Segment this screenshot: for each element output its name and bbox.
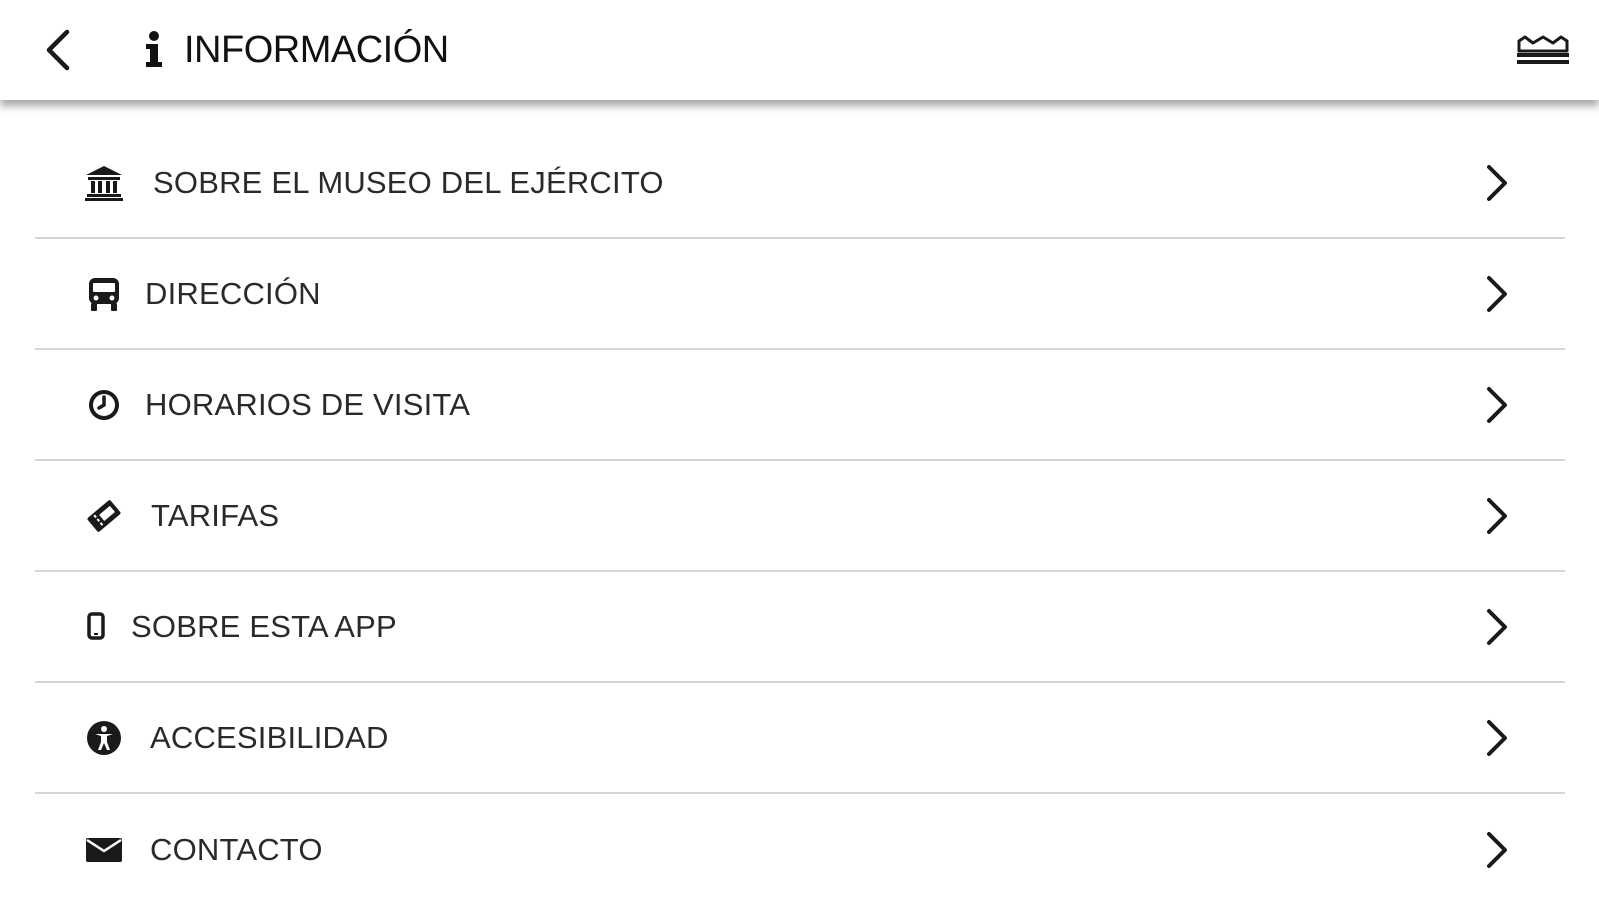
menu-item-label: CONTACTO (150, 831, 323, 867)
clock-icon (83, 384, 125, 426)
chevron-right-icon (1479, 827, 1515, 873)
header-title-group: INFORMACIÓN (140, 20, 449, 80)
menu-item-tarifas[interactable]: TARIFAS (35, 461, 1565, 572)
menu-item-contacto[interactable]: CONTACTO (35, 794, 1565, 905)
menu-item-sobre-app[interactable]: SOBRE ESTA APP (35, 572, 1565, 683)
chevron-right-icon (1479, 382, 1515, 428)
info-icon (140, 28, 168, 72)
back-button[interactable] (30, 22, 86, 78)
menu-item-label: HORARIOS DE VISITA (145, 386, 471, 422)
chevron-left-icon (46, 29, 70, 71)
menu-item-sobre-museo[interactable]: SOBRE EL MUSEO DEL EJÉRCITO (35, 128, 1565, 239)
chevron-right-icon (1479, 271, 1515, 317)
menu-item-label: ACCESIBILIDAD (150, 719, 389, 755)
ticket-icon (83, 495, 125, 537)
mobile-icon (75, 606, 117, 648)
chevron-right-icon (1479, 160, 1515, 206)
museum-icon (83, 162, 125, 204)
menu-item-horarios[interactable]: HORARIOS DE VISITA (35, 350, 1565, 461)
bus-icon (83, 273, 125, 315)
page-title: INFORMACIÓN (184, 28, 449, 71)
info-menu-list: SOBRE EL MUSEO DEL EJÉRCITO DIRECCIÓN HO… (35, 128, 1565, 905)
chevron-right-icon (1479, 715, 1515, 761)
menu-item-label: SOBRE EL MUSEO DEL EJÉRCITO (153, 164, 664, 200)
menu-item-accesibilidad[interactable]: ACCESIBILIDAD (35, 683, 1565, 794)
menu-item-label: TARIFAS (151, 497, 280, 533)
chevron-right-icon (1479, 604, 1515, 650)
menu-item-direccion[interactable]: DIRECCIÓN (35, 239, 1565, 350)
sofa-icon (1517, 35, 1569, 64)
chevron-right-icon (1479, 493, 1515, 539)
envelope-icon (83, 829, 125, 871)
menu-item-label: SOBRE ESTA APP (131, 608, 397, 644)
menu-item-label: DIRECCIÓN (145, 275, 321, 311)
app-header: INFORMACIÓN (0, 0, 1599, 100)
accessibility-icon (83, 717, 125, 759)
menu-button[interactable] (1513, 28, 1573, 72)
